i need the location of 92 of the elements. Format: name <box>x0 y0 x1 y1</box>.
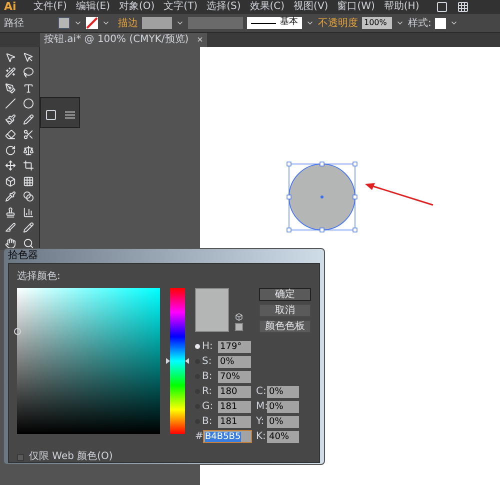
pointer-arrow <box>365 183 434 206</box>
scale-icon[interactable] <box>22 144 34 156</box>
cube-icon[interactable] <box>235 313 243 321</box>
caret-icon[interactable] <box>396 19 404 27</box>
value-field[interactable]: 181 <box>218 416 251 428</box>
dialog-button[interactable]: 确定 <box>259 288 311 301</box>
value-field[interactable]: 0% <box>267 400 299 412</box>
opacity-field[interactable]: 100% <box>362 17 392 29</box>
value-field[interactable]: 0% <box>267 386 299 398</box>
variable-width-field[interactable] <box>188 17 243 29</box>
opacity-label: 不透明度 <box>318 16 358 30</box>
caret-icon[interactable] <box>450 19 458 27</box>
value-field[interactable]: 179° <box>218 340 251 352</box>
brush-style-field[interactable]: 基本 <box>247 17 302 29</box>
field-label: H: <box>202 342 214 352</box>
value-field[interactable]: 40% <box>267 430 299 442</box>
stamp-icon[interactable] <box>5 206 16 218</box>
ellipse-icon[interactable] <box>22 98 34 110</box>
caret-icon[interactable] <box>74 19 82 27</box>
value-field[interactable]: 0% <box>267 416 299 428</box>
selection-type: 路径 <box>4 16 25 30</box>
bar-chart-icon[interactable] <box>22 206 34 218</box>
value-field[interactable]: 70% <box>218 370 251 382</box>
hex-field[interactable]: B4B5B5 <box>203 430 252 443</box>
menu-item[interactable]: 文件(F) <box>33 2 67 12</box>
value-field[interactable]: 181 <box>218 400 251 412</box>
lasso-icon[interactable] <box>22 67 34 78</box>
caret-icon[interactable] <box>306 19 314 27</box>
checkbox[interactable] <box>17 454 24 460</box>
field-label: S: <box>202 356 213 366</box>
selected-circle[interactable] <box>286 161 358 233</box>
fill-swatch[interactable] <box>58 17 70 29</box>
dialog-button[interactable]: 取消 <box>259 304 311 317</box>
hue-thumb[interactable] <box>166 358 170 364</box>
value-field[interactable]: 180 <box>218 386 251 398</box>
field-label: Y: <box>256 416 266 426</box>
color-marker-icon[interactable] <box>14 328 21 335</box>
app-logo: Ai <box>4 0 16 15</box>
eraser-icon[interactable] <box>5 129 16 140</box>
brush-icon[interactable] <box>5 114 16 125</box>
dialog-button[interactable]: 颜色色板 <box>259 320 311 333</box>
move-icon[interactable] <box>5 160 16 172</box>
menu-item[interactable]: 窗口(W) <box>337 2 375 12</box>
hand-icon[interactable] <box>5 238 16 249</box>
menu-item[interactable]: 效果(C) <box>250 2 285 12</box>
style-label: 样式: <box>408 16 432 30</box>
scissors-icon[interactable] <box>22 129 34 140</box>
checkbox-label[interactable]: 仅限 Web 颜色(O) <box>29 452 113 462</box>
pencil-icon[interactable] <box>22 114 34 125</box>
stroke-weight-field[interactable] <box>142 17 172 29</box>
document-tab[interactable]: 按钮.ai* @ 100% (CMYK/预览) × <box>40 33 208 47</box>
color-field[interactable] <box>17 288 160 434</box>
menu-item[interactable]: 文字(T) <box>164 2 198 12</box>
field-label: G: <box>202 402 214 412</box>
color-preview <box>195 288 229 332</box>
menu-item[interactable]: 帮助(H) <box>384 2 420 12</box>
style-swatch[interactable] <box>435 18 446 28</box>
crop-icon[interactable] <box>22 160 34 172</box>
zoom-icon[interactable] <box>22 238 34 249</box>
caret-icon[interactable] <box>102 19 110 27</box>
blend-icon[interactable] <box>22 191 34 202</box>
field-label: R: <box>202 386 214 396</box>
type-icon[interactable] <box>22 82 34 94</box>
value-field[interactable]: 0% <box>218 356 251 368</box>
field-label: C: <box>256 386 266 396</box>
hex-label: # <box>195 432 201 442</box>
caret-icon[interactable] <box>176 19 184 27</box>
menu-item[interactable]: 选择(S) <box>206 2 241 12</box>
pointer-icon[interactable] <box>22 52 34 63</box>
menu-item[interactable]: 视图(V) <box>294 2 328 12</box>
radio-button[interactable] <box>195 344 200 349</box>
mesh-icon[interactable] <box>22 176 34 187</box>
dialog-title: 拾色器 <box>7 249 39 263</box>
stroke-label: 描边 <box>118 16 138 30</box>
no-stroke-swatch[interactable] <box>86 17 98 29</box>
pen-icon[interactable] <box>5 82 16 94</box>
stroke-lines-icon[interactable] <box>64 108 76 120</box>
field-label: M: <box>256 402 266 412</box>
magic-wand-icon[interactable] <box>5 67 16 78</box>
field-label: B: <box>202 416 214 426</box>
menu-item[interactable]: 编辑(E) <box>76 2 110 12</box>
line-icon[interactable] <box>5 98 16 110</box>
tab-close-button[interactable]: × <box>196 36 204 44</box>
menu-item[interactable]: 对象(O) <box>118 2 155 12</box>
field-label: K: <box>256 432 266 442</box>
prompt-label: 选择颜色: <box>17 272 62 282</box>
field-label: B: <box>202 372 214 382</box>
web-swatch-icon[interactable] <box>235 323 243 331</box>
selection-tool-icon[interactable] <box>5 52 16 63</box>
cube-icon[interactable] <box>5 176 16 187</box>
eyedropper-icon[interactable] <box>5 191 16 202</box>
rotate-icon[interactable] <box>5 144 16 156</box>
